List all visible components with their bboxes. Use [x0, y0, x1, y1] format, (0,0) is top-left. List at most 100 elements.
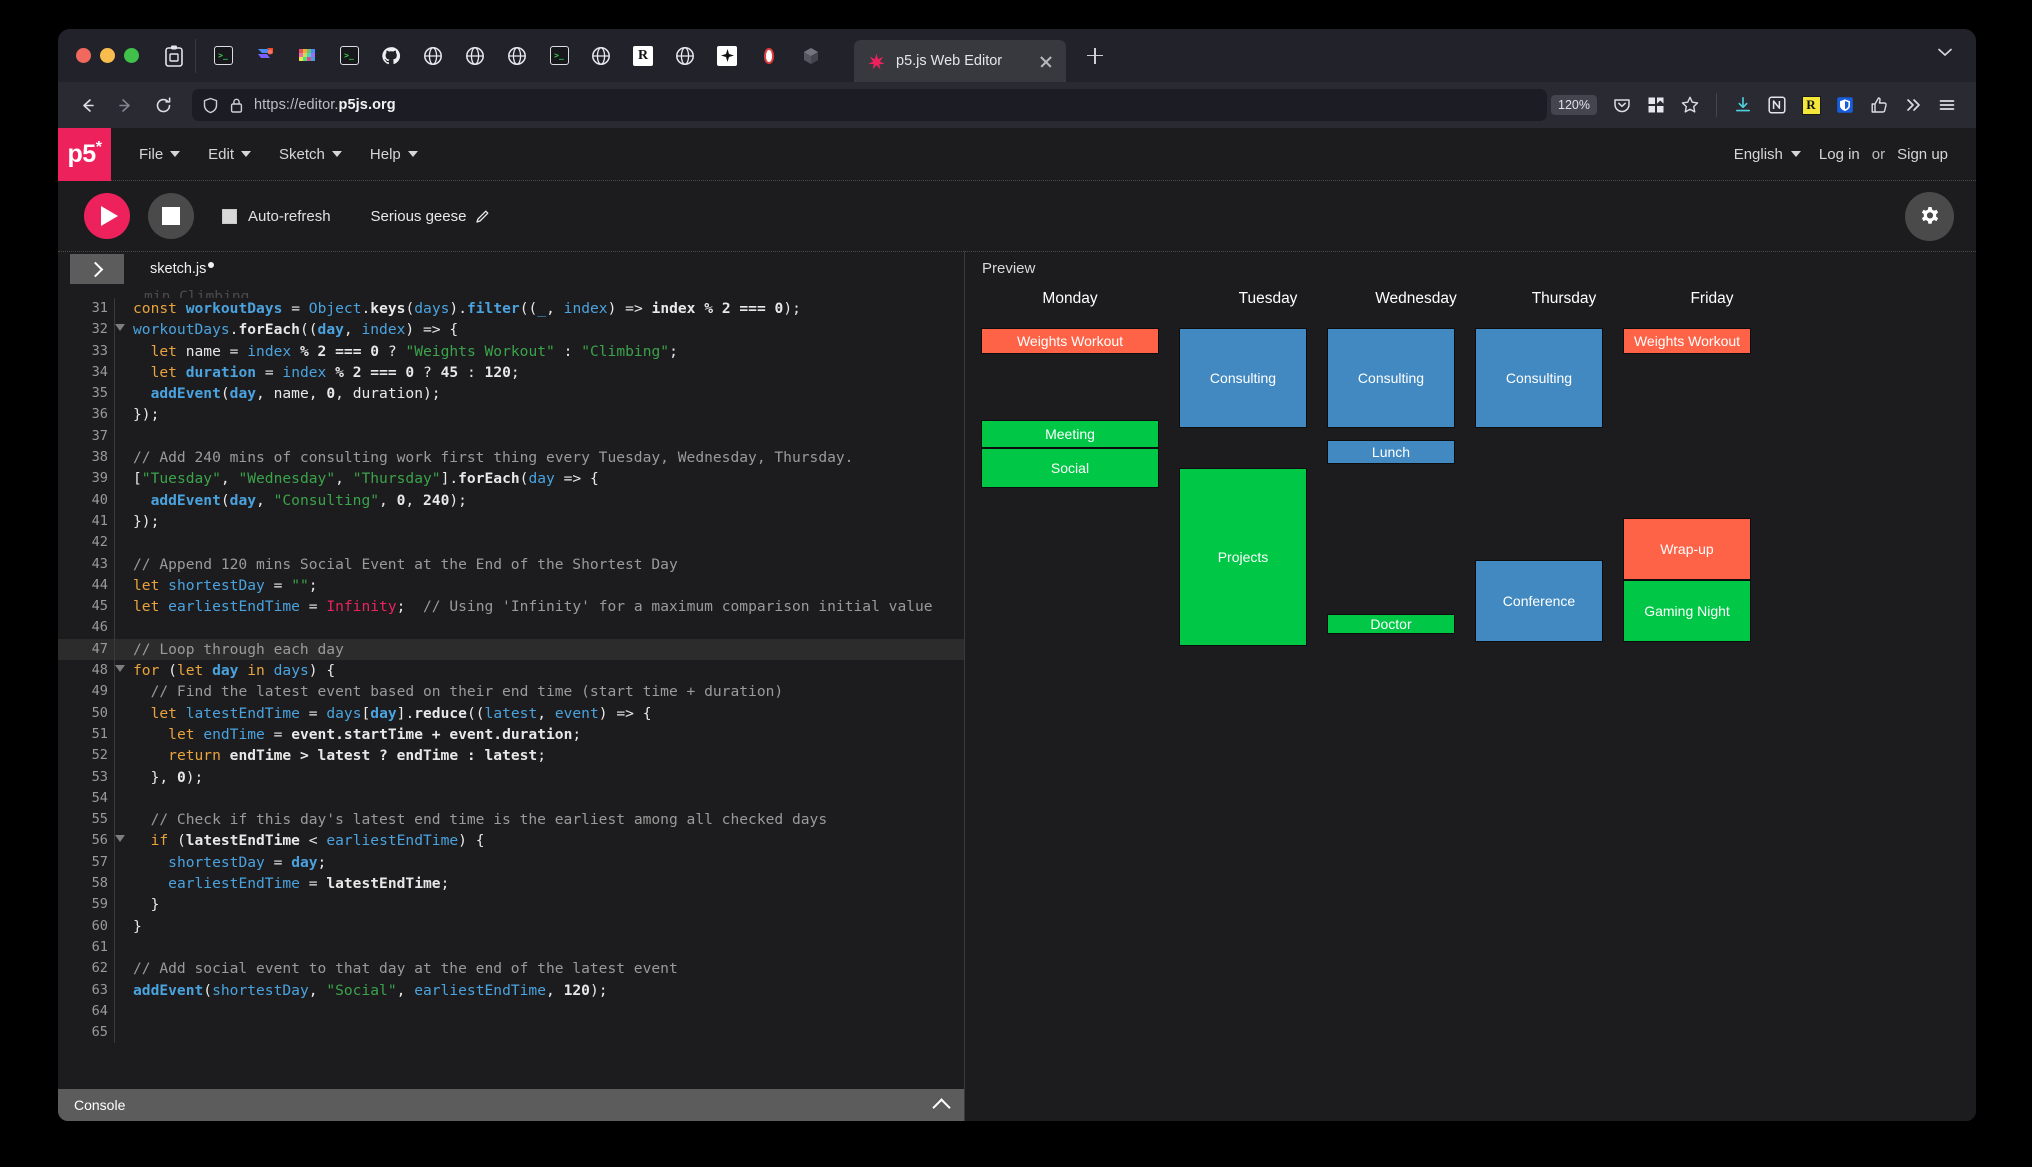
color-palette-icon[interactable]	[286, 35, 328, 77]
auto-refresh-toggle[interactable]: Auto-refresh	[222, 208, 331, 225]
code-line[interactable]: 62 // Add social event to that day at the…	[58, 958, 964, 980]
menu-item-edit[interactable]: Edit	[194, 138, 265, 171]
code-line[interactable]: 35 addEvent(day, name, 0, duration);	[58, 383, 964, 405]
lock-icon[interactable]	[229, 97, 244, 114]
language-selector[interactable]: English	[1722, 138, 1813, 171]
figma-app-icon[interactable]	[244, 35, 286, 77]
close-window-button[interactable]	[76, 48, 91, 63]
code-line[interactable]: 53 }, 0);	[58, 766, 964, 788]
code-line[interactable]: 37	[58, 425, 964, 448]
code-line[interactable]: 51 let endTime = event.startTime + event…	[58, 723, 964, 746]
p5-logo[interactable]: p5 *	[58, 127, 111, 181]
terminal-app-icon-3[interactable]: >_	[538, 35, 580, 77]
back-button[interactable]	[70, 88, 104, 122]
overflow-chevrons-icon[interactable]	[1898, 90, 1928, 120]
clipboard-app-icon[interactable]	[153, 35, 195, 77]
code-line[interactable]: 59 }	[58, 894, 964, 916]
code-editor[interactable]: min Climbing 31 const workoutDays = Objec…	[58, 286, 964, 1089]
auto-refresh-checkbox[interactable]	[222, 208, 237, 224]
code-line[interactable]: 41});	[58, 510, 964, 533]
globe-icon-2[interactable]	[454, 35, 496, 77]
code-line[interactable]: 64	[58, 1000, 964, 1023]
code-line[interactable]: 47 // Loop through each day	[58, 638, 964, 661]
globe-icon-4[interactable]	[580, 35, 622, 77]
code-line[interactable]: 40 addEvent(day, "Consulting", 0, 240);	[58, 489, 964, 511]
code-line[interactable]: 42	[58, 532, 964, 554]
bookmark-star-icon[interactable]	[1675, 90, 1705, 120]
close-tab-button[interactable]	[1036, 51, 1056, 71]
menu-item-help[interactable]: Help	[356, 138, 432, 171]
sketch-name-field[interactable]: Serious geese	[371, 208, 491, 225]
code-line[interactable]: 54	[58, 787, 964, 810]
maximize-window-button[interactable]	[124, 48, 139, 63]
fold-triangle-icon[interactable]	[115, 835, 125, 843]
code-line[interactable]: 39 ["Tuesday", "Wednesday", "Thursday"].f…	[58, 468, 964, 490]
fold-triangle-icon[interactable]	[115, 324, 125, 332]
code-line[interactable]: 38 // Add 240 mins of consulting work fir…	[58, 447, 964, 469]
code-line[interactable]: 60}	[58, 915, 964, 937]
terminal-app-icon[interactable]: >_	[202, 35, 244, 77]
code-line[interactable]: 46	[58, 617, 964, 639]
globe-icon-5[interactable]	[664, 35, 706, 77]
code-line[interactable]: 56 if (latestEndTime < earliestEndTime) …	[58, 830, 964, 852]
menu-item-file[interactable]: File	[125, 138, 194, 171]
address-bar[interactable]: https://editor.p5js.org	[192, 89, 1548, 121]
sidebar-toggle-button[interactable]	[70, 254, 124, 284]
stop-button[interactable]	[148, 193, 194, 239]
sparkle-icon[interactable]	[706, 35, 748, 77]
login-button[interactable]: Log in	[1813, 138, 1866, 171]
code-line[interactable]: 61	[58, 936, 964, 959]
code-line[interactable]: 43 // Append 120 mins Social Event at the…	[58, 553, 964, 575]
settings-button[interactable]	[1905, 191, 1954, 241]
hamburger-menu-icon[interactable]	[1932, 90, 1962, 120]
penguin-icon[interactable]	[748, 35, 790, 77]
pocket-icon[interactable]	[1607, 90, 1637, 120]
code-line[interactable]: 44 let shortestDay = "";	[58, 574, 964, 597]
bitwarden-icon[interactable]	[1830, 90, 1860, 120]
code-line[interactable]: 55 // Check if this day's latest end tim…	[58, 809, 964, 831]
code-line[interactable]: 48 for (let day in days) {	[58, 660, 964, 682]
code-scroll-area[interactable]: min Climbing 31 const workoutDays = Objec…	[58, 286, 964, 1089]
play-button[interactable]	[84, 193, 130, 239]
shield-icon[interactable]	[202, 97, 219, 114]
menu-item-sketch[interactable]: Sketch	[265, 138, 356, 171]
new-tab-button[interactable]	[1080, 41, 1110, 71]
sketch-canvas[interactable]: Monday Weights Workout Meeting Social Tuesda…	[981, 290, 1966, 1121]
box-icon[interactable]	[790, 35, 832, 77]
terminal-app-icon-2[interactable]: >_	[328, 35, 370, 77]
code-line[interactable]: 36});	[58, 404, 964, 426]
fold-triangle-icon[interactable]	[115, 665, 125, 673]
code-line[interactable]: 33 let name = index % 2 === 0 ? "Weights…	[58, 340, 964, 362]
code-line[interactable]: 31 const workoutDays = Object.keys(days).…	[58, 298, 964, 320]
reload-button[interactable]	[146, 88, 180, 122]
globe-icon-3[interactable]	[496, 35, 538, 77]
downloads-icon[interactable]	[1728, 90, 1758, 120]
signup-button[interactable]: Sign up	[1891, 138, 1954, 171]
list-all-tabs-button[interactable]	[1936, 43, 1954, 66]
code-line[interactable]: 52 return endTime > latest ? endTime : l…	[58, 745, 964, 767]
code-line[interactable]: 63 addEvent(shortestDay, "Social", earlie…	[58, 979, 964, 1001]
forward-button[interactable]	[108, 88, 142, 122]
active-file-tab[interactable]: sketch.js	[150, 261, 215, 277]
code-line[interactable]: 58 earliestEndTime = latestEndTime;	[58, 873, 964, 895]
notion-icon[interactable]	[1762, 90, 1792, 120]
code-line[interactable]: 49 // Find the latest event based on the…	[58, 681, 964, 703]
chevron-up-icon[interactable]	[932, 1098, 951, 1117]
code-line[interactable]: 45 let earliestEndTime = Infinity; // Usi…	[58, 596, 964, 618]
globe-icon-1[interactable]	[412, 35, 454, 77]
pencil-icon[interactable]	[475, 209, 490, 224]
code-line[interactable]: 50 let latestEndTime = days[day].reduce(…	[58, 702, 964, 724]
code-line[interactable]: 32 workoutDays.forEach((day, index) => {	[58, 319, 964, 341]
extensions-icon[interactable]	[1641, 90, 1671, 120]
browser-tab-active[interactable]: p5.js Web Editor	[854, 40, 1066, 82]
code-line[interactable]: 57 shortestDay = day;	[58, 851, 964, 874]
code-line[interactable]: 34 let duration = index % 2 === 0 ? 45 :…	[58, 361, 964, 384]
code-line[interactable]: 65	[58, 1022, 964, 1044]
zoom-level-indicator[interactable]: 120%	[1551, 95, 1597, 115]
minimize-window-button[interactable]	[100, 48, 115, 63]
rstudio-extension-icon[interactable]: R	[1796, 90, 1826, 120]
github-icon[interactable]	[370, 35, 412, 77]
thumbs-up-icon[interactable]	[1864, 90, 1894, 120]
rstudio-icon[interactable]: R	[622, 35, 664, 77]
console-bar[interactable]: Console	[58, 1089, 964, 1121]
